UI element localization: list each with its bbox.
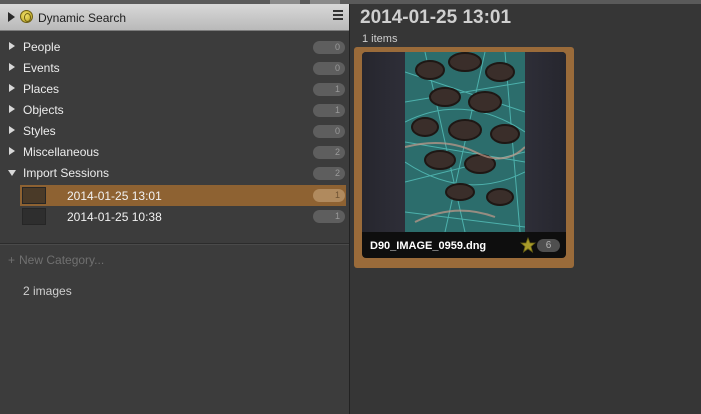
count-badge: 1 [313,83,345,96]
plus-icon: + [8,253,16,267]
dynamic-search-icon [20,10,33,23]
session-thumbnail [22,208,46,225]
expand-triangle-icon[interactable] [9,63,15,71]
category-label: Objects [23,103,64,117]
disclosure-triangle-icon[interactable] [8,12,15,22]
category-import-sessions[interactable]: Import Sessions 2 [0,163,349,183]
file-name: D90_IMAGE_0959.dng [370,240,487,252]
count-badge: 0 [313,125,345,138]
category-label: Styles [23,124,56,138]
thumbnail-frame: D90_IMAGE_0959.dng 6 [362,52,566,258]
category-people[interactable]: People 0 [0,37,349,57]
category-label: Miscellaneous [23,145,100,159]
expand-triangle-icon[interactable] [9,84,15,92]
category-styles[interactable]: Styles 0 [0,121,349,141]
thumbnail-card[interactable]: D90_IMAGE_0959.dng 6 [354,47,574,268]
star-icon[interactable] [520,237,536,253]
session-label: 2014-01-25 10:38 [67,210,162,224]
expand-triangle-icon[interactable] [9,126,15,134]
sidebar: Dynamic Search People 0 Events 0 Places … [0,4,350,414]
sidebar-divider [0,243,349,244]
expand-triangle-icon[interactable] [9,147,15,155]
category-label: Places [23,82,60,96]
category-label: Events [23,61,60,75]
count-badge: 0 [313,62,345,75]
count-badge: 1 [313,104,345,117]
browser-pane: 2014-01-25 13:01 1 items D90_IMAGE_0959.… [351,4,701,414]
hamburger-menu-icon[interactable] [333,10,343,21]
category-label: Import Sessions [23,166,110,180]
session-label: 2014-01-25 13:01 [67,189,162,203]
sidebar-header[interactable]: Dynamic Search [0,4,349,31]
sidebar-title: Dynamic Search [38,11,127,25]
collapse-triangle-icon[interactable] [8,170,16,176]
new-category-label: New Category... [19,253,105,267]
category-objects[interactable]: Objects 1 [0,100,349,120]
expand-triangle-icon[interactable] [9,105,15,113]
import-session-item[interactable]: 2014-01-25 10:38 1 [20,206,346,227]
expand-triangle-icon[interactable] [9,42,15,50]
count-badge: 1 [313,210,345,223]
import-session-item[interactable]: 2014-01-25 13:01 1 [20,185,346,206]
new-category-button[interactable]: + New Category... [8,253,104,267]
items-count: 1 items [362,33,398,45]
count-badge: 2 [313,146,345,159]
count-badge: 1 [313,189,345,202]
photo-thumbnail[interactable] [405,52,525,232]
category-events[interactable]: Events 0 [0,58,349,78]
page-title: 2014-01-25 13:01 [360,7,512,28]
session-thumbnail [22,187,46,204]
version-badge: 6 [537,239,560,252]
count-badge: 0 [313,41,345,54]
category-miscellaneous[interactable]: Miscellaneous 2 [0,142,349,162]
category-places[interactable]: Places 1 [0,79,349,99]
images-count: 2 images [23,284,72,298]
count-badge: 2 [313,167,345,180]
category-label: People [23,40,61,54]
